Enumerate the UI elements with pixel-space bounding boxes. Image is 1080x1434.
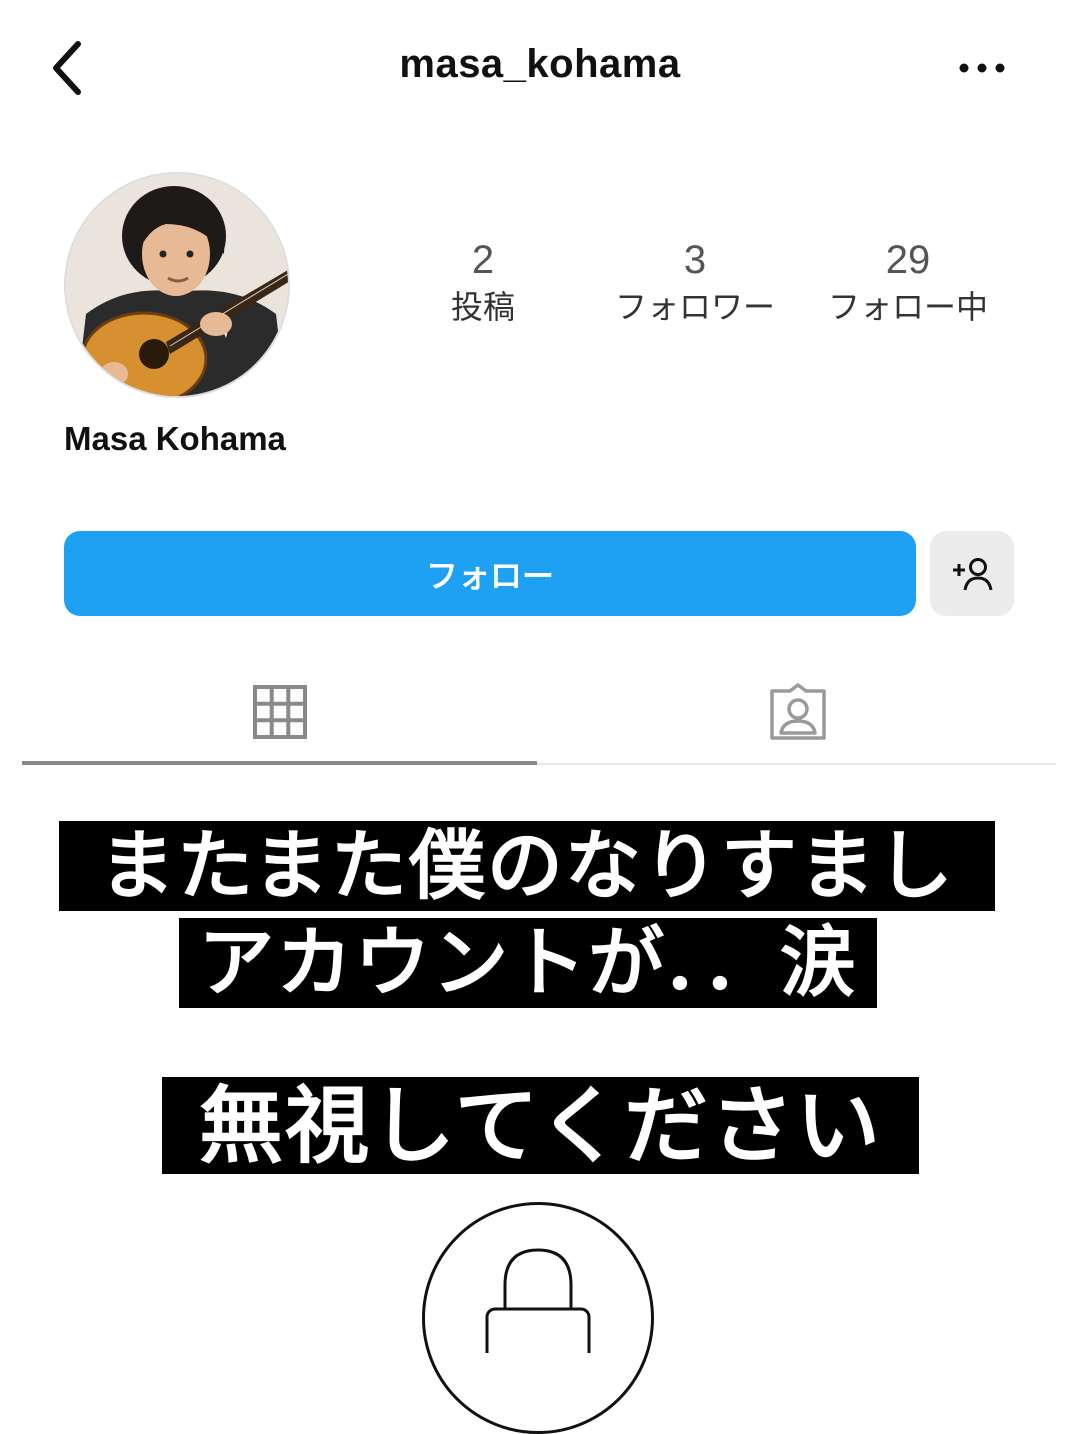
suggested-accounts-button[interactable] (930, 531, 1014, 616)
display-name: Masa Kohama (64, 420, 286, 457)
stat-following[interactable]: 29 フォロー中 (808, 236, 1008, 330)
overlay-caption-line1: またまた僕のなりすまし (59, 821, 995, 911)
overlay-caption-line3: 無視してください (162, 1077, 919, 1174)
lock-icon (485, 1248, 591, 1353)
followers-label: フォロワー (614, 288, 775, 326)
followers-count: 3 (683, 238, 707, 282)
tagged-person-icon (770, 683, 826, 740)
private-account-lock (422, 1202, 654, 1434)
posts-count: 2 (471, 238, 495, 282)
avatar[interactable] (64, 172, 290, 398)
profile-username: masa_kohama (399, 42, 681, 86)
more-options-button[interactable] (950, 44, 1014, 92)
follow-button[interactable]: フォロー (64, 531, 916, 616)
more-horizontal-icon (959, 63, 1005, 73)
following-label: フォロー中 (827, 288, 988, 326)
profile-photo (66, 174, 288, 396)
grid-icon (252, 685, 307, 739)
posts-label: 投稿 (450, 288, 515, 326)
stat-posts: 2 投稿 (383, 236, 583, 330)
tab-posts-grid[interactable] (22, 660, 537, 764)
add-person-icon (953, 557, 993, 590)
stat-followers[interactable]: 3 フォロワー (595, 236, 795, 330)
overlay-caption-line2: アカウントが．．涙 (179, 918, 877, 1008)
following-count: 29 (885, 238, 931, 282)
tab-tagged[interactable] (540, 660, 1056, 764)
active-tab-indicator (22, 761, 537, 765)
